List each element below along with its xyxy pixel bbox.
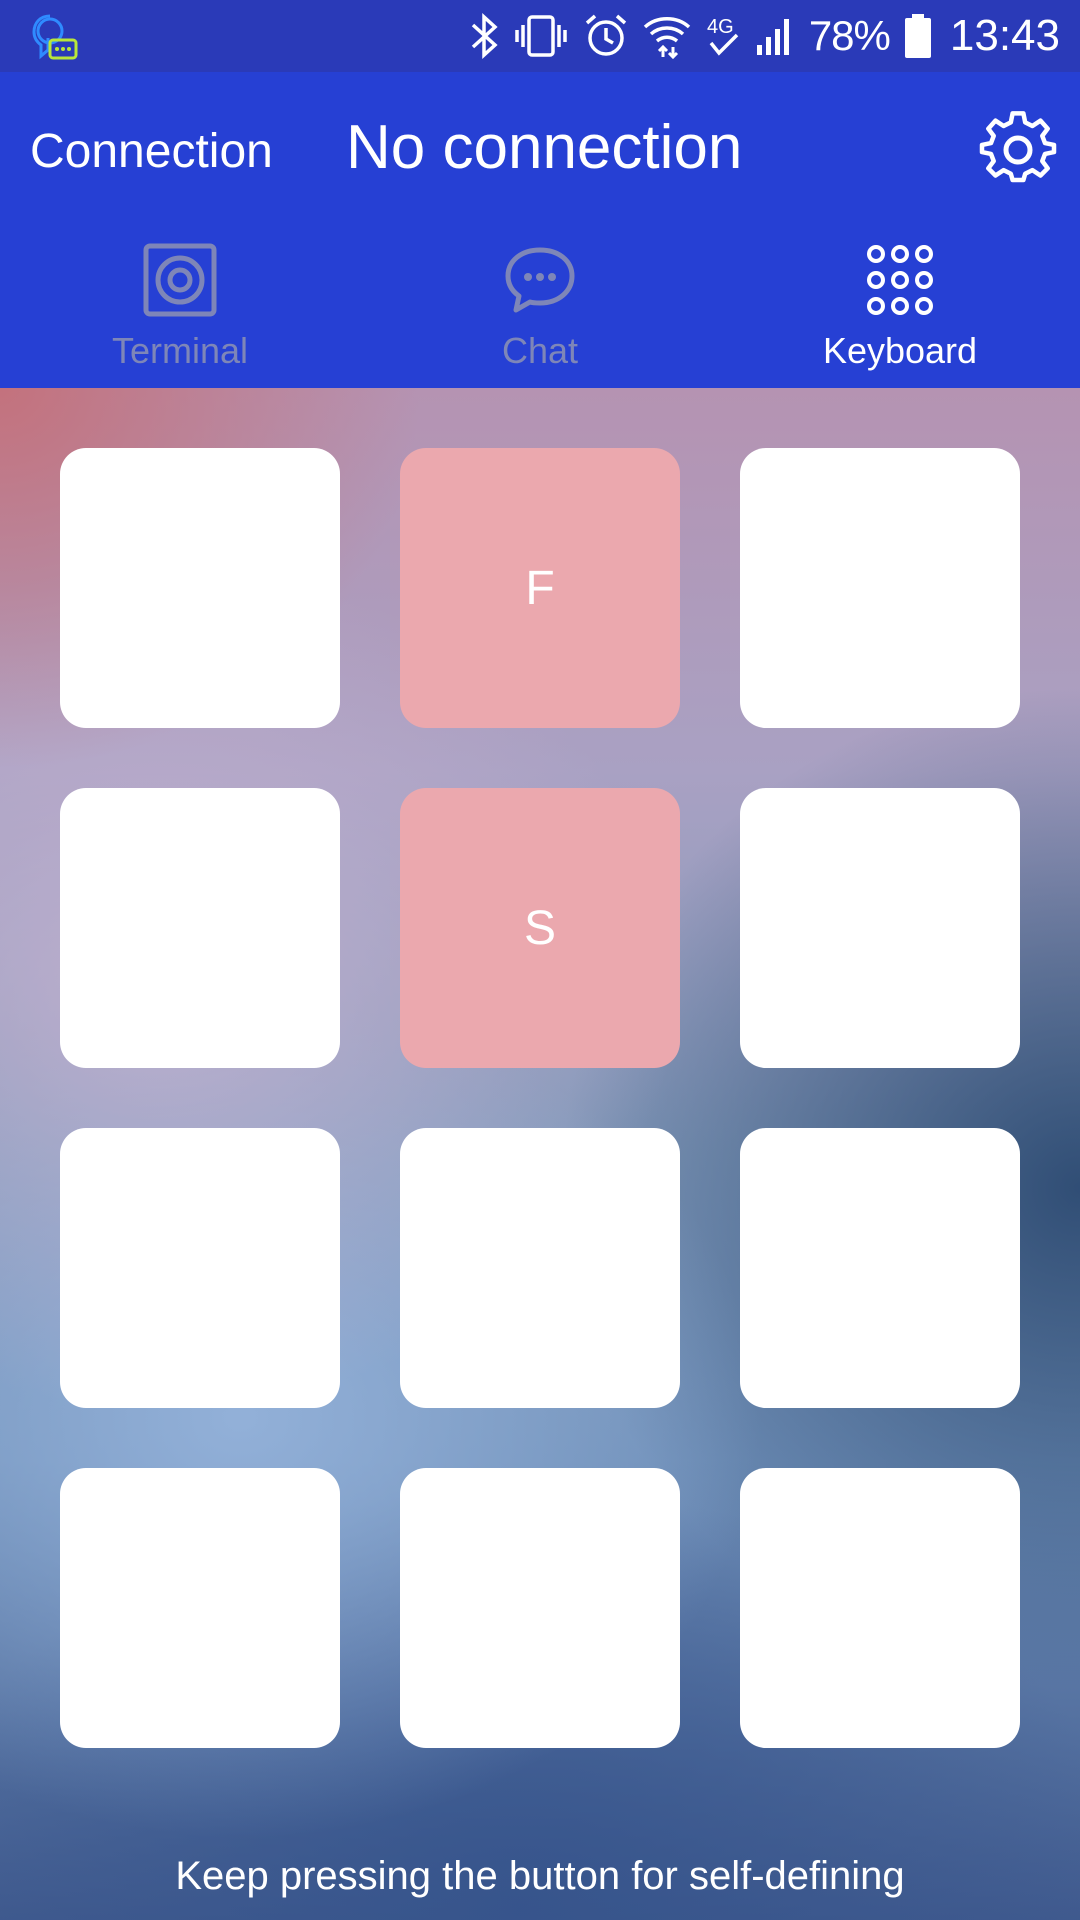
tab-bar: Terminal Chat Keyboard <box>0 232 1080 388</box>
keypad-key-6[interactable] <box>740 788 1020 1068</box>
keypad-key-11[interactable] <box>400 1468 680 1748</box>
tab-terminal-label: Terminal <box>111 330 249 371</box>
keypad-key-12[interactable] <box>740 1468 1020 1748</box>
clock: 13:43 <box>949 11 1060 60</box>
status-bar: 4G 78% 13:43 <box>0 0 1080 72</box>
gear-icon[interactable] <box>978 110 1058 190</box>
keypad-icon <box>867 245 933 315</box>
hint-text: Keep pressing the button for self-defini… <box>175 1854 905 1898</box>
tab-keyboard-label: Keyboard <box>822 330 978 371</box>
svg-text:4G: 4G <box>707 16 734 38</box>
keypad-key-2[interactable]: F <box>400 448 680 728</box>
bluetooth-icon <box>471 13 498 59</box>
chat-bubble-icon <box>505 247 575 313</box>
mobile-data-icon: 4G <box>707 16 739 56</box>
alarm-icon <box>585 14 626 56</box>
tab-chat[interactable]: Chat <box>360 232 720 388</box>
connection-status: No connection <box>346 113 743 182</box>
keypad-key-5[interactable]: S <box>400 788 680 1068</box>
battery-icon <box>904 14 931 58</box>
app-bar: Connection No connection Terminal Chat K… <box>0 72 1080 388</box>
keypad-key-1[interactable] <box>60 448 340 728</box>
battery-percent: 78% <box>808 12 891 59</box>
keypad-key-3[interactable] <box>740 448 1020 728</box>
keypad-key-7[interactable] <box>60 1128 340 1408</box>
tab-chat-label: Chat <box>501 330 579 371</box>
tab-keyboard[interactable]: Keyboard <box>720 232 1080 388</box>
keypad-area: F S Keep pressing the button for self-de… <box>0 388 1080 1920</box>
keypad-key-4[interactable] <box>60 788 340 1068</box>
keypad-key-10[interactable] <box>60 1468 340 1748</box>
connection-button[interactable]: Connection <box>30 124 273 179</box>
chat-notification-icon <box>32 14 78 60</box>
keypad-key-8[interactable] <box>400 1128 680 1408</box>
terminal-icon <box>143 243 217 317</box>
wifi-icon <box>643 17 691 59</box>
signal-icon <box>756 19 789 55</box>
vibrate-icon <box>515 15 567 57</box>
keypad-key-9[interactable] <box>740 1128 1020 1408</box>
tab-terminal[interactable]: Terminal <box>0 232 360 388</box>
